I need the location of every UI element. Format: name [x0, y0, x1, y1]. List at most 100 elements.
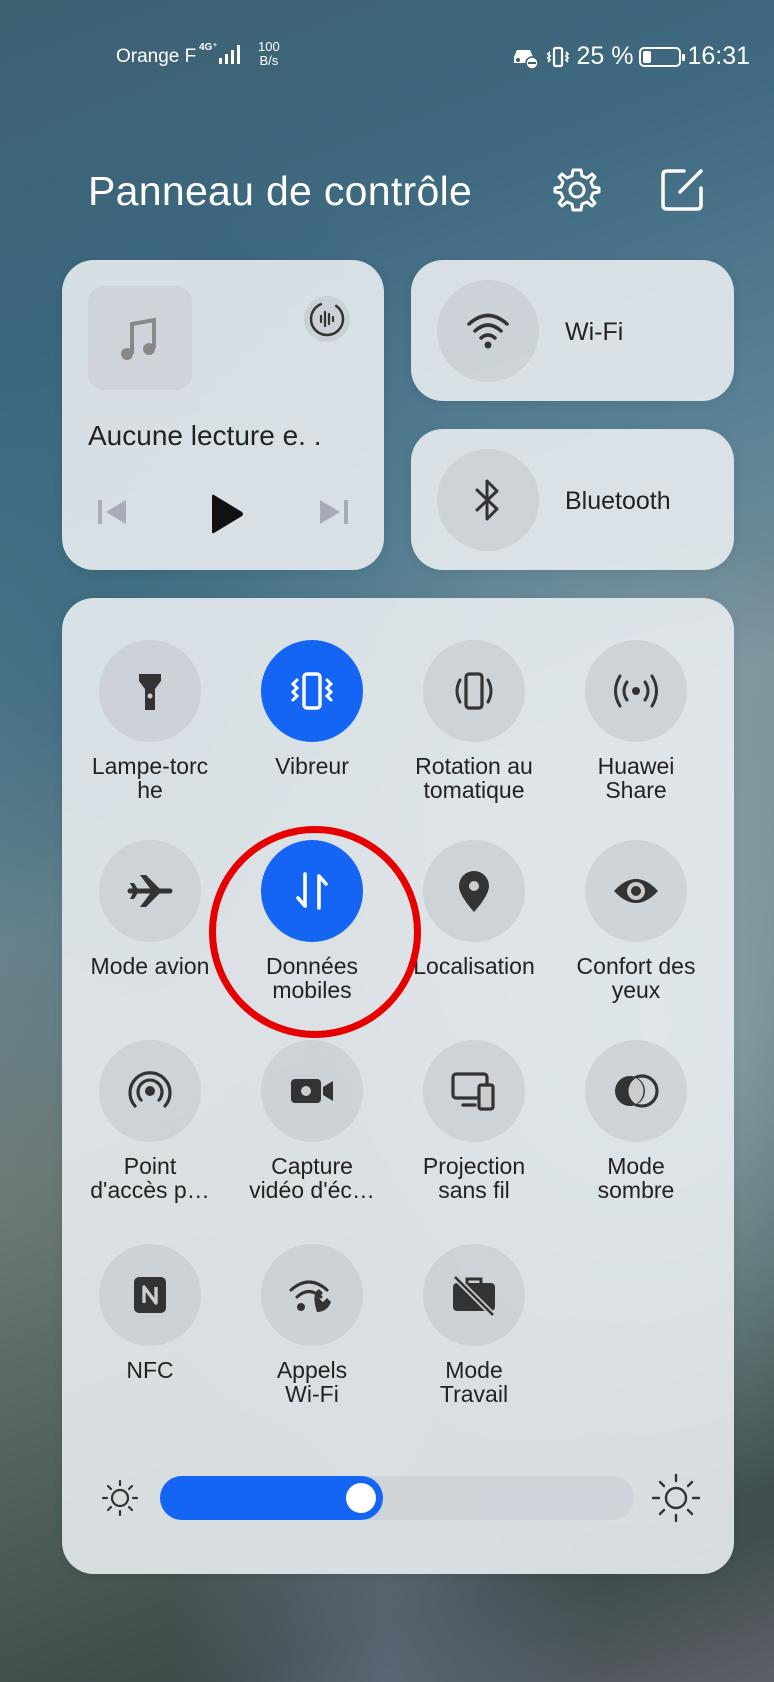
toggle-label-line: Point [123, 1153, 177, 1179]
toggle-label-line: he [137, 777, 163, 803]
toggle-label-line: d'accès p… [90, 1177, 210, 1203]
location-icon [454, 867, 494, 915]
toggle-nfc[interactable]: NFC [70, 1244, 230, 1382]
toggle-label-line: Vibreur [275, 753, 349, 779]
toggle-button[interactable] [99, 840, 201, 942]
carrier-name: Orange F [116, 46, 197, 67]
toggle-button[interactable] [585, 840, 687, 942]
bluetooth-toggle[interactable] [437, 449, 539, 551]
toggle-button[interactable] [423, 640, 525, 742]
toggle-button[interactable] [99, 1244, 201, 1346]
dark-mode-icon [611, 1071, 661, 1111]
wifi-card[interactable]: Wi-Fi [411, 260, 734, 401]
network-speed: 100 B/s [258, 40, 280, 68]
toggle-huawei-share[interactable]: Huawei Share [556, 640, 716, 802]
toggle-button[interactable] [423, 1244, 525, 1346]
status-bar: Orange F 4G⁺ 100 B/s 25 % 16:31 [0, 38, 774, 78]
toggle-wifi-calling[interactable]: Appels Wi-Fi [232, 1244, 392, 1406]
toggle-work-mode[interactable]: Mode Travail [394, 1244, 554, 1406]
wifi-calling-icon [287, 1274, 337, 1316]
highlight-circle [209, 826, 421, 1038]
toggle-label-line: Capture [271, 1153, 353, 1179]
toggle-label: Mode Travail [394, 1358, 554, 1406]
toggle-label: Huawei Share [556, 754, 716, 802]
airplane-icon [126, 867, 174, 915]
toggle-button[interactable] [261, 1244, 363, 1346]
toggle-dark-mode[interactable]: Mode sombre [556, 1040, 716, 1202]
work-mode-icon [449, 1273, 499, 1317]
album-art [88, 286, 192, 390]
toggle-label-line: Mode [445, 1357, 503, 1383]
toggle-eye-comfort[interactable]: Confort des yeux [556, 840, 716, 1002]
toggle-button[interactable] [423, 840, 525, 942]
previous-track-icon[interactable] [92, 492, 132, 532]
battery-percent: 25 % [576, 42, 634, 70]
toggle-label-line: Appels [276, 1357, 348, 1383]
nfc-icon [128, 1273, 172, 1317]
wifi-toggle[interactable] [437, 280, 539, 382]
speed-value: 100 [258, 39, 280, 54]
toggle-label-line: Travail [439, 1381, 509, 1407]
toggle-button[interactable] [585, 640, 687, 742]
toggle-label-line: Localisation [413, 953, 535, 979]
toggle-label: Point d'accès p… [70, 1154, 230, 1202]
audio-wave-icon[interactable] [302, 294, 352, 344]
toggle-auto-rotate[interactable]: Rotation au tomatique [394, 640, 554, 802]
brightness-low-icon [101, 1479, 139, 1517]
toggle-label: Vibreur [232, 754, 392, 778]
hotspot-icon [126, 1067, 174, 1115]
toggle-label: Lampe-torc he [70, 754, 230, 802]
toggle-label: Localisation [394, 954, 554, 978]
wifi-label: Wi-Fi [565, 318, 624, 346]
toggle-label-line: sombre [597, 1177, 675, 1203]
toggle-label-line: Huawei [597, 753, 675, 779]
toggle-label-line: Projection [422, 1153, 526, 1179]
toggle-label: Appels Wi-Fi [232, 1358, 392, 1406]
toggle-screen-record[interactable]: Capture vidéo d'éc… [232, 1040, 392, 1202]
brightness-slider[interactable] [160, 1476, 634, 1520]
gear-icon[interactable] [553, 166, 601, 214]
toggle-label: Mode avion [70, 954, 230, 978]
bluetooth-label: Bluetooth [565, 487, 671, 515]
toggle-button[interactable] [99, 1040, 201, 1142]
toggle-button[interactable] [261, 1040, 363, 1142]
car-mode-icon [514, 49, 540, 69]
vibrate-status-icon [547, 46, 570, 67]
play-icon[interactable] [204, 492, 248, 536]
toggle-wireless-projection[interactable]: Projection sans fil [394, 1040, 554, 1202]
toggle-label-line: Mode [607, 1153, 665, 1179]
bluetooth-card[interactable]: Bluetooth [411, 429, 734, 570]
brightness-knob[interactable] [346, 1483, 376, 1513]
eye-comfort-icon [611, 873, 661, 909]
toggle-button[interactable] [423, 1040, 525, 1142]
media-card[interactable]: Aucune lecture e. . [62, 260, 384, 570]
toggle-label-line: yeux [611, 977, 661, 1003]
toggle-button[interactable] [99, 640, 201, 742]
toggle-label-line: Confort des [576, 953, 696, 979]
toggle-label: Mode sombre [556, 1154, 716, 1202]
toggle-airplane[interactable]: Mode avion [70, 840, 230, 978]
screen-record-icon [287, 1071, 337, 1111]
toggle-label: Capture vidéo d'éc… [232, 1154, 392, 1202]
toggle-label: Confort des yeux [556, 954, 716, 1002]
toggle-label-line: Wi-Fi [285, 1381, 339, 1407]
toggle-button[interactable] [261, 640, 363, 742]
toggle-label: Projection sans fil [394, 1154, 554, 1202]
toggle-label: Rotation au tomatique [394, 754, 554, 802]
toggle-label: NFC [70, 1358, 230, 1382]
media-title: Aucune lecture e. . [88, 420, 322, 451]
toggle-label-line: Lampe-torc [91, 753, 209, 779]
toggle-flashlight[interactable]: Lampe-torc he [70, 640, 230, 802]
clock: 16:31 [687, 42, 750, 70]
toggle-button[interactable] [585, 1040, 687, 1142]
edit-icon[interactable] [658, 166, 706, 214]
toggle-hotspot[interactable]: Point d'accès p… [70, 1040, 230, 1202]
next-track-icon[interactable] [314, 492, 354, 532]
toggle-vibrate[interactable]: Vibreur [232, 640, 392, 778]
toggles-panel: Lampe-torc he Vibreur Rotation au tomatique H… [62, 598, 734, 1574]
toggle-label-line: Share [605, 777, 667, 803]
brightness-high-icon [651, 1473, 701, 1523]
toggle-label-line: tomatique [423, 777, 525, 803]
bluetooth-icon [475, 479, 499, 521]
auto-rotate-icon [450, 668, 498, 714]
